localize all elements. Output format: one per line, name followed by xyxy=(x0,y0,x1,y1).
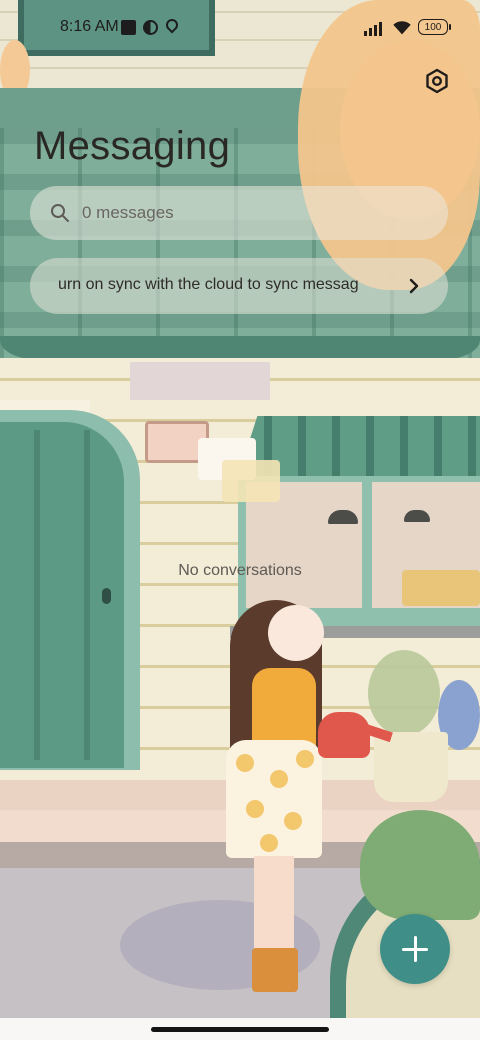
battery-level: 100 xyxy=(424,22,442,33)
wallpaper-door-knob xyxy=(102,588,111,604)
wallpaper-lamp xyxy=(328,510,358,524)
wallpaper-speech-bubble xyxy=(222,460,280,502)
location-icon xyxy=(163,16,181,34)
search-placeholder: 0 messages xyxy=(82,203,174,222)
wallpaper-flowers xyxy=(368,650,440,736)
wallpaper-wall-panel xyxy=(130,362,270,400)
wallpaper-door-line xyxy=(34,430,40,760)
new-message-button[interactable] xyxy=(380,914,450,984)
wallpaper-roof-edge xyxy=(0,336,480,360)
status-bar: 8:16 AM 100 xyxy=(0,0,480,56)
sync-banner-text: urn on sync with the cloud to sync messa… xyxy=(58,276,359,293)
battery-icon: 100 xyxy=(418,19,451,35)
wallpaper-watering-can xyxy=(318,712,370,758)
wallpaper-lamp xyxy=(404,510,430,522)
wallpaper-girl-boots xyxy=(252,948,298,992)
wallpaper-girl-dress xyxy=(226,740,322,858)
wallpaper-girl-face xyxy=(268,605,324,661)
wallpaper-bush xyxy=(360,810,480,920)
wallpaper-girl-legs xyxy=(254,856,294,950)
search-icon xyxy=(51,204,69,222)
sync-cloud-banner[interactable]: urn on sync with the cloud to sync messa… xyxy=(30,258,448,314)
settings-button[interactable] xyxy=(420,64,454,98)
wallpaper-flower-pot xyxy=(374,732,448,802)
status-time: 8:16 AM xyxy=(60,18,119,35)
plus-icon xyxy=(402,936,428,962)
navigation-bar xyxy=(0,1018,480,1040)
wifi-icon xyxy=(393,21,411,35)
settings-hexagon-icon xyxy=(426,68,448,94)
notification-square-icon xyxy=(121,20,136,35)
app-circle-icon xyxy=(143,20,158,35)
home-gesture-bar[interactable] xyxy=(151,1027,329,1032)
cellular-signal-icon xyxy=(364,20,386,36)
empty-state-text: No conversations xyxy=(178,562,302,579)
chevron-right-icon xyxy=(409,278,419,294)
page-title: Messaging xyxy=(34,124,231,168)
wallpaper-door-line xyxy=(84,430,90,760)
messaging-screen: 8:16 AM 100 Messaging 0 messages urn on … xyxy=(0,0,480,1040)
search-bar[interactable]: 0 messages xyxy=(30,186,448,240)
